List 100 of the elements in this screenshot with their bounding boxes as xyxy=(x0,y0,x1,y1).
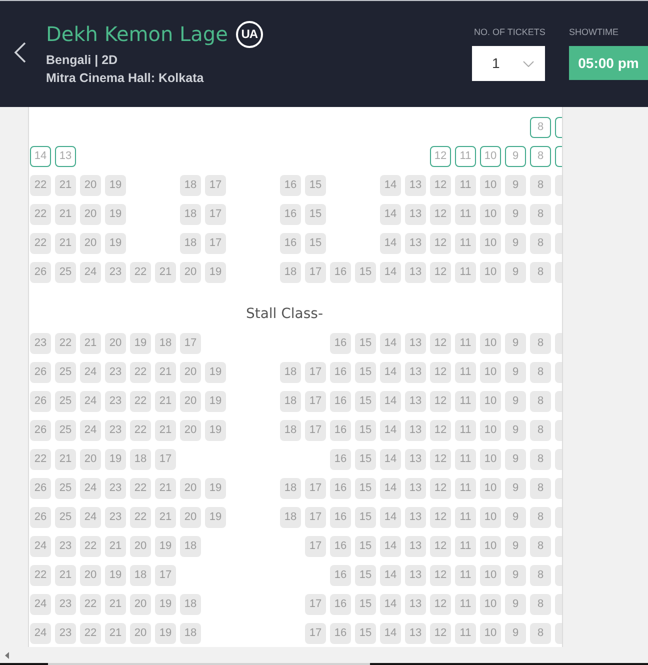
seat: 21 xyxy=(55,449,76,470)
seat: 16 xyxy=(280,204,301,225)
seat: 12 xyxy=(430,420,451,441)
seat: 19 xyxy=(105,204,126,225)
seat: 22 xyxy=(30,449,51,470)
seat[interactable]: 12 xyxy=(430,146,451,167)
seat: 9 xyxy=(505,362,526,383)
seat: 22 xyxy=(130,478,151,499)
seat: 10 xyxy=(480,623,501,644)
seat: 22 xyxy=(30,175,51,196)
seat: 16 xyxy=(330,333,351,354)
seat: 13 xyxy=(405,204,426,225)
seat: 26 xyxy=(30,478,51,499)
seat: 26 xyxy=(30,262,51,283)
seat: 21 xyxy=(105,536,126,557)
seat: 10 xyxy=(480,204,501,225)
seat: 16 xyxy=(330,420,351,441)
seat: 12 xyxy=(430,623,451,644)
seat: 15 xyxy=(355,565,376,586)
seat: 20 xyxy=(130,623,151,644)
seat: 26 xyxy=(30,391,51,412)
seat: 19 xyxy=(205,507,226,528)
seat: 25 xyxy=(55,262,76,283)
seat: 17 xyxy=(155,565,176,586)
ticket-count-dropdown[interactable]: 1 xyxy=(472,46,545,81)
seat: 10 xyxy=(480,420,501,441)
seat: 12 xyxy=(430,233,451,254)
seat: 14 xyxy=(380,175,401,196)
seat: 10 xyxy=(480,391,501,412)
seat: 8 xyxy=(530,233,551,254)
seat: 15 xyxy=(355,536,376,557)
seat: 11 xyxy=(455,391,476,412)
seat: 10 xyxy=(480,536,501,557)
seat: 16 xyxy=(280,175,301,196)
seat: 12 xyxy=(430,204,451,225)
seat: 14 xyxy=(380,233,401,254)
seat: 8 xyxy=(530,449,551,470)
seat: 23 xyxy=(105,391,126,412)
chevron-left-icon[interactable] xyxy=(14,42,26,63)
seat[interactable]: 8 xyxy=(530,117,551,138)
seat: 10 xyxy=(480,362,501,383)
seat: 20 xyxy=(80,175,101,196)
seat: 21 xyxy=(155,507,176,528)
seat: 16 xyxy=(330,623,351,644)
seat: 17 xyxy=(180,333,201,354)
seat[interactable]: 8 xyxy=(530,146,551,167)
seat: 9 xyxy=(505,449,526,470)
seat: 19 xyxy=(105,449,126,470)
seat: 15 xyxy=(355,478,376,499)
seat[interactable]: 10 xyxy=(480,146,501,167)
seat: 15 xyxy=(305,204,326,225)
seat: 25 xyxy=(55,362,76,383)
seat: 22 xyxy=(55,333,76,354)
seat: 20 xyxy=(105,333,126,354)
seat: 17 xyxy=(205,233,226,254)
seat: 8 xyxy=(530,536,551,557)
seat: 14 xyxy=(380,204,401,225)
seat: 18 xyxy=(280,420,301,441)
seat: 14 xyxy=(380,449,401,470)
seat: 13 xyxy=(405,420,426,441)
seat: 10 xyxy=(480,565,501,586)
seat: 14 xyxy=(380,333,401,354)
seat: 14 xyxy=(380,478,401,499)
seat[interactable] xyxy=(555,146,562,167)
seat: 11 xyxy=(455,204,476,225)
seat: 18 xyxy=(130,565,151,586)
seat: 26 xyxy=(30,362,51,383)
seat: 13 xyxy=(405,478,426,499)
seat: 15 xyxy=(355,420,376,441)
showtime-button[interactable]: 05:00 pm xyxy=(569,46,648,80)
seat: 11 xyxy=(455,594,476,615)
seat: 18 xyxy=(280,362,301,383)
seat[interactable] xyxy=(555,117,562,138)
seat: 26 xyxy=(30,507,51,528)
seat: 13 xyxy=(405,594,426,615)
movie-title: Dekh Kemon Lage xyxy=(46,21,228,48)
seat: 12 xyxy=(430,362,451,383)
seat: 20 xyxy=(80,449,101,470)
seat: 18 xyxy=(180,204,201,225)
seat: 16 xyxy=(330,262,351,283)
seat: 12 xyxy=(430,536,451,557)
scroll-left-arrow-icon[interactable] xyxy=(5,652,9,658)
seat: 15 xyxy=(305,233,326,254)
seat: 19 xyxy=(155,623,176,644)
seat: 9 xyxy=(505,623,526,644)
seat[interactable]: 9 xyxy=(505,146,526,167)
seat: 19 xyxy=(105,565,126,586)
seat: 12 xyxy=(430,565,451,586)
seat: 17 xyxy=(305,478,326,499)
seat: 19 xyxy=(205,362,226,383)
seat: 8 xyxy=(530,262,551,283)
seat: 25 xyxy=(55,420,76,441)
seat[interactable]: 14 xyxy=(30,146,51,167)
seat: 23 xyxy=(55,536,76,557)
seat: 20 xyxy=(180,507,201,528)
seat: 13 xyxy=(405,565,426,586)
seat: 13 xyxy=(405,449,426,470)
seat: 9 xyxy=(505,565,526,586)
seat[interactable]: 13 xyxy=(55,146,76,167)
seat[interactable]: 11 xyxy=(455,146,476,167)
